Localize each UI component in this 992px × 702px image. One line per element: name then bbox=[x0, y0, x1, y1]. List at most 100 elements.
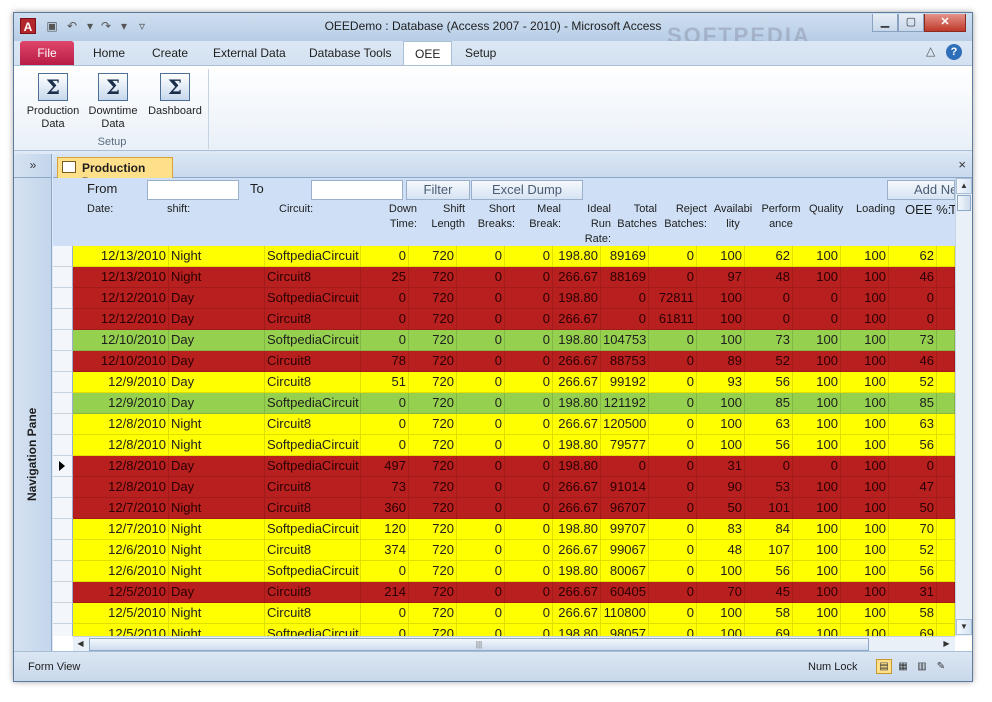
cell-oee[interactable]: 0 bbox=[889, 288, 937, 309]
cell-quality[interactable]: 100 bbox=[793, 540, 841, 561]
excel-dump-button[interactable]: Excel Dump bbox=[471, 180, 583, 200]
table-row[interactable]: 12/6/2010 Night SoftpediaCircuit 0 720 0 0 198.… bbox=[53, 561, 955, 582]
dashboard-button[interactable]: Σ Dashboard bbox=[145, 69, 205, 135]
cell-avail[interactable]: 100 bbox=[697, 414, 745, 435]
cell-meal[interactable]: 0 bbox=[505, 372, 553, 393]
cell-shift[interactable]: Day bbox=[169, 309, 265, 330]
cell-quality[interactable]: 100 bbox=[793, 519, 841, 540]
cell-quality[interactable]: 0 bbox=[793, 288, 841, 309]
cell-circuit[interactable]: Circuit8 bbox=[265, 267, 361, 288]
cell-avail[interactable]: 31 bbox=[697, 456, 745, 477]
cell-date[interactable]: 12/6/2010 bbox=[73, 561, 169, 582]
cell-shift[interactable]: Night bbox=[169, 414, 265, 435]
cell-ideal[interactable]: 198.80 bbox=[553, 624, 601, 636]
cell-circuit[interactable]: SoftpediaCircuit bbox=[265, 624, 361, 636]
cell-reject[interactable]: 0 bbox=[649, 603, 697, 624]
cell-perf[interactable]: 73 bbox=[745, 330, 793, 351]
cell-ideal[interactable]: 198.80 bbox=[553, 330, 601, 351]
cell-ideal[interactable]: 198.80 bbox=[553, 435, 601, 456]
cell-down[interactable]: 51 bbox=[361, 372, 409, 393]
cell-short[interactable]: 0 bbox=[457, 267, 505, 288]
cell-shiftlen[interactable]: 720 bbox=[409, 519, 457, 540]
cell-down[interactable]: 73 bbox=[361, 477, 409, 498]
cell-circuit[interactable]: Circuit8 bbox=[265, 540, 361, 561]
cell-shiftlen[interactable]: 720 bbox=[409, 435, 457, 456]
cell-avail[interactable]: 50 bbox=[697, 498, 745, 519]
cell-meal[interactable]: 0 bbox=[505, 540, 553, 561]
cell-down[interactable]: 214 bbox=[361, 582, 409, 603]
cell-oee[interactable]: 63 bbox=[889, 414, 937, 435]
cell-quality[interactable]: 100 bbox=[793, 372, 841, 393]
record-selector[interactable] bbox=[53, 414, 73, 435]
vertical-scrollbar[interactable]: ▲ ▼ bbox=[955, 178, 972, 636]
maximize-button[interactable]: ▢ bbox=[898, 14, 924, 32]
cell-reject[interactable]: 0 bbox=[649, 624, 697, 636]
form-view-icon[interactable]: ▤ bbox=[876, 659, 892, 674]
cell-total[interactable]: 0 bbox=[601, 456, 649, 477]
cell-meal[interactable]: 0 bbox=[505, 246, 553, 267]
cell-shiftlen[interactable]: 720 bbox=[409, 540, 457, 561]
cell-meal[interactable]: 0 bbox=[505, 582, 553, 603]
cell-reject[interactable]: 0 bbox=[649, 435, 697, 456]
cell-circuit[interactable]: Circuit8 bbox=[265, 582, 361, 603]
cell-oee[interactable]: 52 bbox=[889, 540, 937, 561]
cell-avail[interactable]: 100 bbox=[697, 624, 745, 636]
cell-avail[interactable]: 83 bbox=[697, 519, 745, 540]
cell-loading[interactable]: 100 bbox=[841, 477, 889, 498]
cell-total[interactable]: 0 bbox=[601, 288, 649, 309]
table-row[interactable]: 12/7/2010 Night SoftpediaCircuit 120 720 0 0 19… bbox=[53, 519, 955, 540]
cell-loading[interactable]: 100 bbox=[841, 393, 889, 414]
cell-total[interactable]: 121192 bbox=[601, 393, 649, 414]
cell-ideal[interactable]: 198.80 bbox=[553, 288, 601, 309]
cell-quality[interactable]: 100 bbox=[793, 603, 841, 624]
cell-total[interactable]: 80067 bbox=[601, 561, 649, 582]
table-row[interactable]: 12/10/2010 Day SoftpediaCircuit 0 720 0 0 198.8… bbox=[53, 330, 955, 351]
cell-shift[interactable]: Night bbox=[169, 624, 265, 636]
cell-short[interactable]: 0 bbox=[457, 498, 505, 519]
cell-oee[interactable]: 31 bbox=[889, 582, 937, 603]
tab-external-data[interactable]: External Data bbox=[202, 41, 297, 65]
cell-circuit[interactable]: Circuit8 bbox=[265, 414, 361, 435]
record-selector[interactable] bbox=[53, 561, 73, 582]
cell-shiftlen[interactable]: 720 bbox=[409, 498, 457, 519]
record-selector[interactable] bbox=[53, 267, 73, 288]
cell-shift[interactable]: Night bbox=[169, 603, 265, 624]
cell-avail[interactable]: 90 bbox=[697, 477, 745, 498]
cell-circuit[interactable]: SoftpediaCircuit bbox=[265, 288, 361, 309]
cell-oee[interactable]: 0 bbox=[889, 309, 937, 330]
cell-short[interactable]: 0 bbox=[457, 561, 505, 582]
cell-circuit[interactable]: Circuit8 bbox=[265, 351, 361, 372]
cell-perf[interactable]: 63 bbox=[745, 414, 793, 435]
cell-short[interactable]: 0 bbox=[457, 246, 505, 267]
cell-reject[interactable]: 0 bbox=[649, 393, 697, 414]
cell-meal[interactable]: 0 bbox=[505, 267, 553, 288]
cell-shift[interactable]: Night bbox=[169, 498, 265, 519]
cell-shiftlen[interactable]: 720 bbox=[409, 603, 457, 624]
cell-avail[interactable]: 100 bbox=[697, 435, 745, 456]
cell-perf[interactable]: 56 bbox=[745, 561, 793, 582]
cell-avail[interactable]: 100 bbox=[697, 309, 745, 330]
table-row[interactable]: 12/9/2010 Day SoftpediaCircuit 0 720 0 0 198.80… bbox=[53, 393, 955, 414]
cell-reject[interactable]: 72811 bbox=[649, 288, 697, 309]
cell-shift[interactable]: Day bbox=[169, 288, 265, 309]
cell-quality[interactable]: 100 bbox=[793, 498, 841, 519]
cell-loading[interactable]: 100 bbox=[841, 603, 889, 624]
cell-perf[interactable]: 58 bbox=[745, 603, 793, 624]
cell-oee[interactable]: 0 bbox=[889, 456, 937, 477]
cell-date[interactable]: 12/8/2010 bbox=[73, 477, 169, 498]
cell-shift[interactable]: Day bbox=[169, 477, 265, 498]
cell-shift[interactable]: Day bbox=[169, 330, 265, 351]
cell-shiftlen[interactable]: 720 bbox=[409, 288, 457, 309]
cell-loading[interactable]: 100 bbox=[841, 246, 889, 267]
cell-shiftlen[interactable]: 720 bbox=[409, 246, 457, 267]
navigation-pane-label[interactable]: Navigation Pane bbox=[25, 354, 45, 554]
cell-quality[interactable]: 0 bbox=[793, 456, 841, 477]
cell-shift[interactable]: Day bbox=[169, 582, 265, 603]
cell-reject[interactable]: 61811 bbox=[649, 309, 697, 330]
cell-down[interactable]: 374 bbox=[361, 540, 409, 561]
cell-shift[interactable]: Day bbox=[169, 456, 265, 477]
cell-date[interactable]: 12/13/2010 bbox=[73, 267, 169, 288]
cell-total[interactable]: 0 bbox=[601, 309, 649, 330]
cell-reject[interactable]: 0 bbox=[649, 372, 697, 393]
cell-reject[interactable]: 0 bbox=[649, 351, 697, 372]
